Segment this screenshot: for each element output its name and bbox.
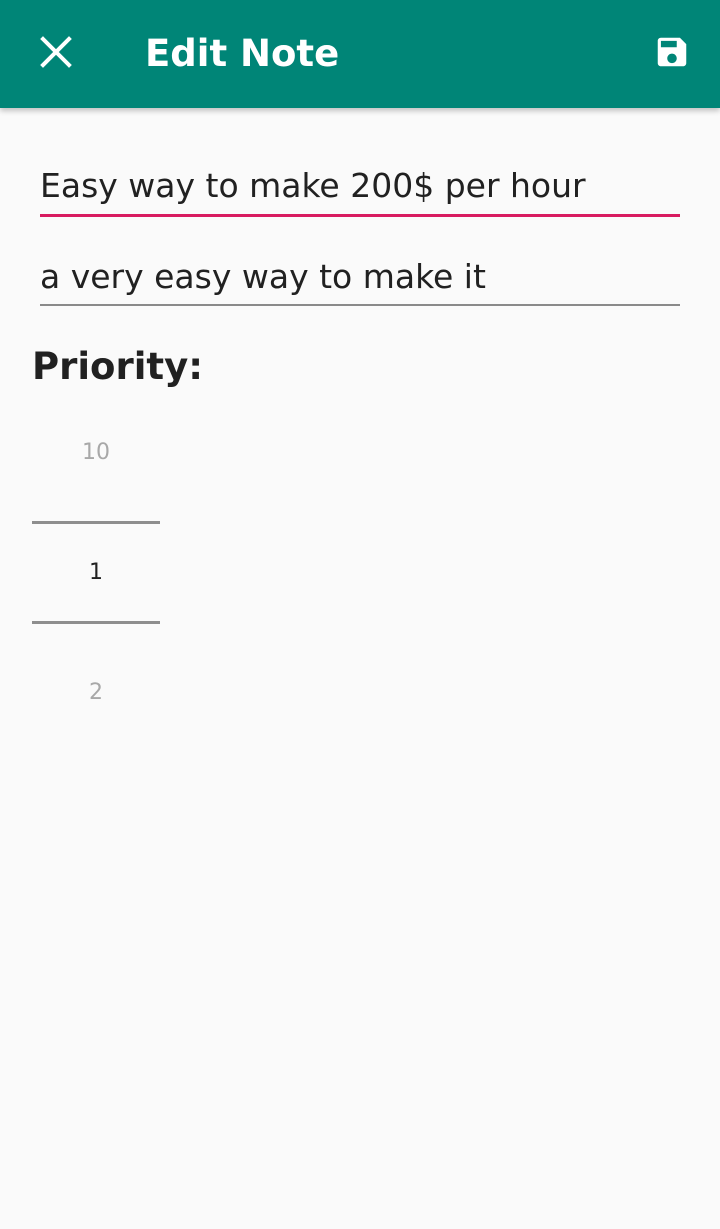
save-icon <box>653 33 691 75</box>
save-button[interactable] <box>632 14 712 94</box>
title-field[interactable]: Easy way to make 200$ per hour <box>40 164 680 217</box>
description-field[interactable]: a very easy way to make it <box>40 255 680 306</box>
app-bar: Edit Note <box>0 0 720 108</box>
close-icon <box>38 34 74 74</box>
close-button[interactable] <box>16 14 96 94</box>
picker-previous-value[interactable]: 10 <box>32 438 160 468</box>
page-title: Edit Note <box>145 32 340 75</box>
picker-next-value[interactable]: 2 <box>32 678 160 708</box>
picker-divider-top <box>32 521 160 524</box>
picker-divider-bottom <box>32 621 160 624</box>
priority-label: Priority: <box>32 345 203 388</box>
picker-selected-value[interactable]: 1 <box>32 558 160 588</box>
priority-number-picker[interactable]: 10 1 2 <box>32 420 160 740</box>
